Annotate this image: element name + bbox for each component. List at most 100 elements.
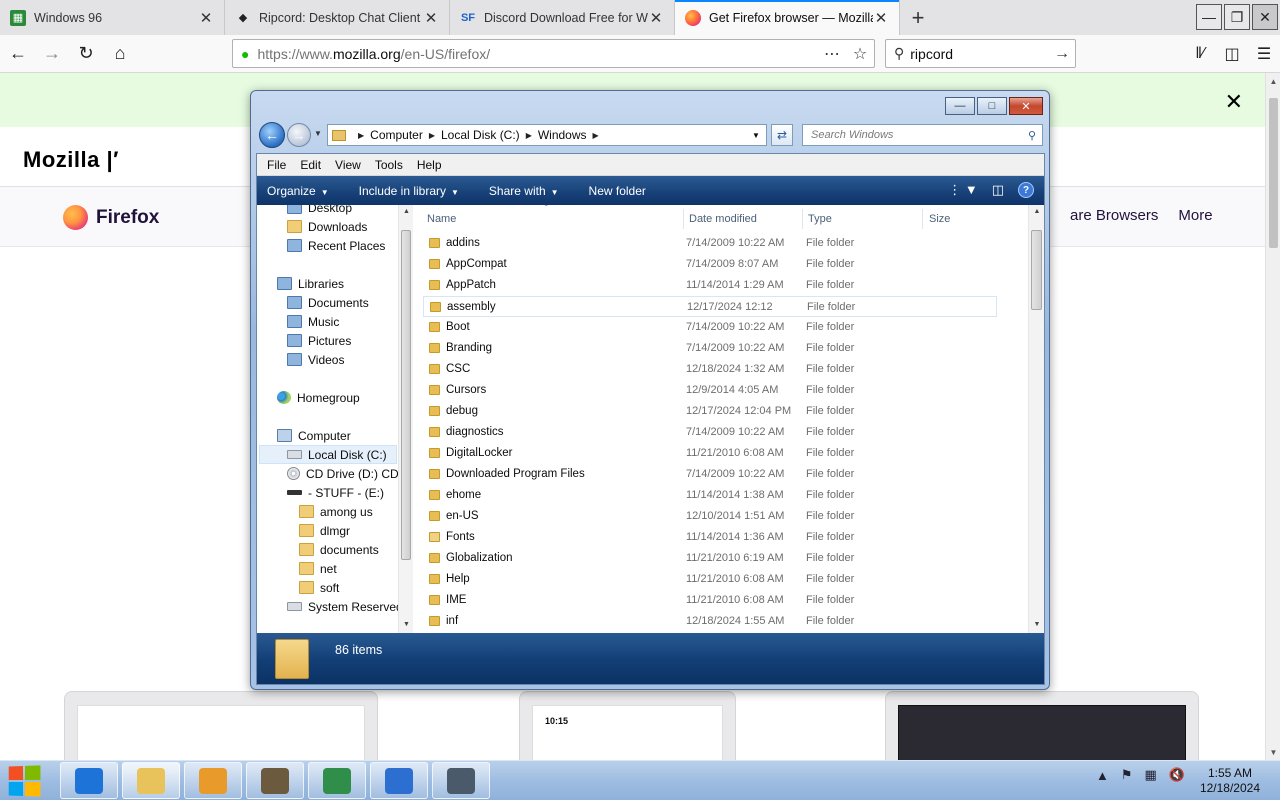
explorer-minimize-icon[interactable]: — bbox=[945, 97, 975, 115]
file-row[interactable]: Branding 7/14/2009 10:22 AM File folder bbox=[423, 338, 997, 359]
url-bar[interactable]: ● https://www.mozilla.org/en-US/firefox/… bbox=[232, 39, 875, 68]
search-go-arrow-icon[interactable]: → bbox=[1049, 45, 1075, 63]
recent-pages-chevron-icon[interactable]: ▼ bbox=[314, 129, 322, 138]
show-hidden-icons-icon[interactable]: ▲ bbox=[1096, 768, 1109, 783]
nav-item-computer[interactable]: Computer bbox=[277, 426, 351, 445]
file-row[interactable]: Fonts 11/14/2014 1:36 AM File folder bbox=[423, 527, 997, 548]
sidebar-icon[interactable]: ◫ bbox=[1216, 39, 1248, 68]
explorer-search-icon[interactable]: ⚲ bbox=[1022, 129, 1042, 142]
library-icon[interactable]: ‖⁄ bbox=[1184, 39, 1216, 68]
column-type[interactable]: Type bbox=[808, 213, 832, 225]
help-icon[interactable]: ? bbox=[1018, 182, 1034, 198]
file-row[interactable]: Cursors 12/9/2014 4:05 AM File folder bbox=[423, 380, 997, 401]
nav-link-more[interactable]: More bbox=[1178, 207, 1212, 224]
file-row[interactable]: ehome 11/14/2014 1:38 AM File folder bbox=[423, 485, 997, 506]
scroll-down-icon[interactable]: ▼ bbox=[1266, 748, 1280, 757]
firefox-logo[interactable]: Firefox bbox=[63, 205, 159, 230]
file-row[interactable]: Boot 7/14/2009 10:22 AM File folder bbox=[423, 317, 997, 338]
close-banner-icon[interactable]: ✕ bbox=[1225, 89, 1243, 115]
nav-item-dlmgr[interactable]: dlmgr bbox=[299, 521, 350, 540]
browser-tab[interactable]: ◆ Ripcord: Desktop Chat Client ✕ bbox=[225, 0, 450, 35]
lock-icon[interactable]: ● bbox=[241, 46, 249, 62]
volume-muted-icon[interactable]: 🔇 bbox=[1169, 767, 1185, 783]
menu-help[interactable]: Help bbox=[410, 158, 449, 172]
nav-item-libraries[interactable]: Libraries bbox=[277, 274, 344, 293]
file-scroll-up-icon[interactable]: ▲ bbox=[1029, 208, 1045, 215]
close-window-icon[interactable]: ✕ bbox=[1252, 4, 1278, 30]
chevron-right-icon[interactable]: ▶ bbox=[358, 131, 364, 140]
nav-item-local-disk-c[interactable]: Local Disk (C:) bbox=[259, 445, 397, 464]
taskbar-button[interactable] bbox=[370, 762, 428, 799]
nav-link-compare[interactable]: are Browsers bbox=[1070, 207, 1158, 224]
taskbar-button[interactable] bbox=[432, 762, 490, 799]
file-row[interactable]: AppCompat 7/14/2009 8:07 AM File folder bbox=[423, 254, 997, 275]
nav-item-among-us[interactable]: among us bbox=[299, 502, 373, 521]
action-center-flag-icon[interactable]: ⚑ bbox=[1121, 767, 1133, 783]
nav-item-pictures[interactable]: Pictures bbox=[287, 331, 351, 350]
taskbar-button[interactable] bbox=[184, 762, 242, 799]
close-tab-icon[interactable]: ✕ bbox=[198, 9, 214, 27]
reload-icon[interactable]: ↻ bbox=[70, 38, 102, 70]
share-with-button[interactable]: Share with ▼ bbox=[489, 184, 559, 198]
file-row[interactable]: Globalization 11/21/2010 6:19 AM File fold… bbox=[423, 548, 997, 569]
file-row[interactable]: debug 12/17/2024 12:04 PM File folder bbox=[423, 401, 997, 422]
page-scroll-thumb[interactable] bbox=[1269, 98, 1278, 248]
file-row[interactable]: CSC 12/18/2024 1:32 AM File folder bbox=[423, 359, 997, 380]
menu-tools[interactable]: Tools bbox=[368, 158, 410, 172]
explorer-close-icon[interactable]: ✕ bbox=[1009, 97, 1043, 115]
file-row[interactable]: AppPatch 11/14/2014 1:29 AM File folder bbox=[423, 275, 997, 296]
menu-edit[interactable]: Edit bbox=[293, 158, 328, 172]
column-name[interactable]: Name bbox=[427, 213, 456, 225]
mozilla-logo[interactable]: Mozilla |′ bbox=[23, 147, 119, 173]
nav-item-soft[interactable]: soft bbox=[299, 578, 339, 597]
chevron-right-icon[interactable]: ▶ bbox=[526, 131, 532, 140]
system-clock[interactable]: 1:55 AM 12/18/2024 bbox=[1200, 766, 1260, 796]
file-row[interactable]: Downloaded Program Files 7/14/2009 10:22 … bbox=[423, 464, 997, 485]
menu-file[interactable]: File bbox=[260, 158, 293, 172]
file-row[interactable]: addins 7/14/2009 10:22 AM File folder bbox=[423, 233, 997, 254]
column-date-modified[interactable]: Date modified bbox=[689, 213, 757, 225]
new-tab-button[interactable]: + bbox=[900, 0, 936, 35]
close-tab-icon[interactable]: ✕ bbox=[423, 9, 439, 27]
star-icon[interactable]: ☆ bbox=[846, 44, 874, 64]
back-arrow-icon[interactable]: ← bbox=[2, 38, 34, 70]
file-scroll-thumb[interactable] bbox=[1031, 230, 1042, 310]
address-dropdown-icon[interactable]: ▼ bbox=[746, 131, 766, 140]
forward-arrow-icon[interactable]: → bbox=[36, 38, 68, 70]
search-bar[interactable]: ⚲ ripcord → bbox=[885, 39, 1076, 68]
start-button[interactable] bbox=[8, 765, 41, 797]
file-row[interactable]: inf 12/18/2024 1:55 AM File folder bbox=[423, 611, 997, 632]
nav-item-homegroup[interactable]: Homegroup bbox=[277, 388, 360, 407]
file-row[interactable]: Help 11/21/2010 6:08 AM File folder bbox=[423, 569, 997, 590]
breadcrumb-windows[interactable]: Windows bbox=[538, 128, 587, 142]
nav-item-net[interactable]: net bbox=[299, 559, 337, 578]
include-in-library-button[interactable]: Include in library ▼ bbox=[359, 184, 459, 198]
file-row[interactable]: DigitalLocker 11/21/2010 6:08 AM File fold… bbox=[423, 443, 997, 464]
nav-item-documents[interactable]: documents bbox=[299, 540, 379, 559]
network-icon[interactable]: ▦ bbox=[1145, 767, 1157, 783]
explorer-forward-icon[interactable]: → bbox=[287, 123, 311, 147]
nav-scroll-thumb[interactable] bbox=[401, 230, 411, 560]
minimize-icon[interactable]: — bbox=[1196, 4, 1222, 30]
taskbar-button[interactable] bbox=[308, 762, 366, 799]
search-input[interactable]: ripcord bbox=[910, 46, 1049, 62]
organize-button[interactable]: Organize ▼ bbox=[267, 184, 329, 198]
nav-item-downloads[interactable]: Downloads bbox=[287, 217, 367, 236]
close-tab-icon[interactable]: ✕ bbox=[873, 9, 889, 27]
menu-view[interactable]: View bbox=[328, 158, 368, 172]
file-scroll-down-icon[interactable]: ▼ bbox=[1029, 621, 1045, 628]
nav-scroll-up-icon[interactable]: ▲ bbox=[399, 208, 414, 215]
breadcrumb-local-disk[interactable]: Local Disk (C:) bbox=[441, 128, 520, 142]
preview-pane-icon[interactable]: ◫ bbox=[992, 182, 1004, 198]
file-list-scrollbar[interactable]: ▲ ▼ bbox=[1028, 205, 1044, 633]
chevron-right-icon[interactable]: ▶ bbox=[593, 131, 599, 140]
taskbar-button[interactable] bbox=[246, 762, 304, 799]
explorer-back-icon[interactable]: ← bbox=[259, 122, 285, 148]
hamburger-icon[interactable]: ☰ bbox=[1248, 39, 1280, 68]
file-row[interactable]: IME 11/21/2010 6:08 AM File folder bbox=[423, 590, 997, 611]
explorer-address-bar[interactable]: ▶ Computer ▶ Local Disk (C:) ▶ Windows ▶ ▼ bbox=[327, 124, 767, 146]
column-size[interactable]: Size bbox=[929, 213, 950, 225]
nav-item-system-reserved[interactable]: System Reserved ( bbox=[287, 597, 410, 616]
page-scrollbar[interactable]: ▲ ▼ bbox=[1265, 73, 1280, 760]
file-row[interactable]: diagnostics 7/14/2009 10:22 AM File folder bbox=[423, 422, 997, 443]
